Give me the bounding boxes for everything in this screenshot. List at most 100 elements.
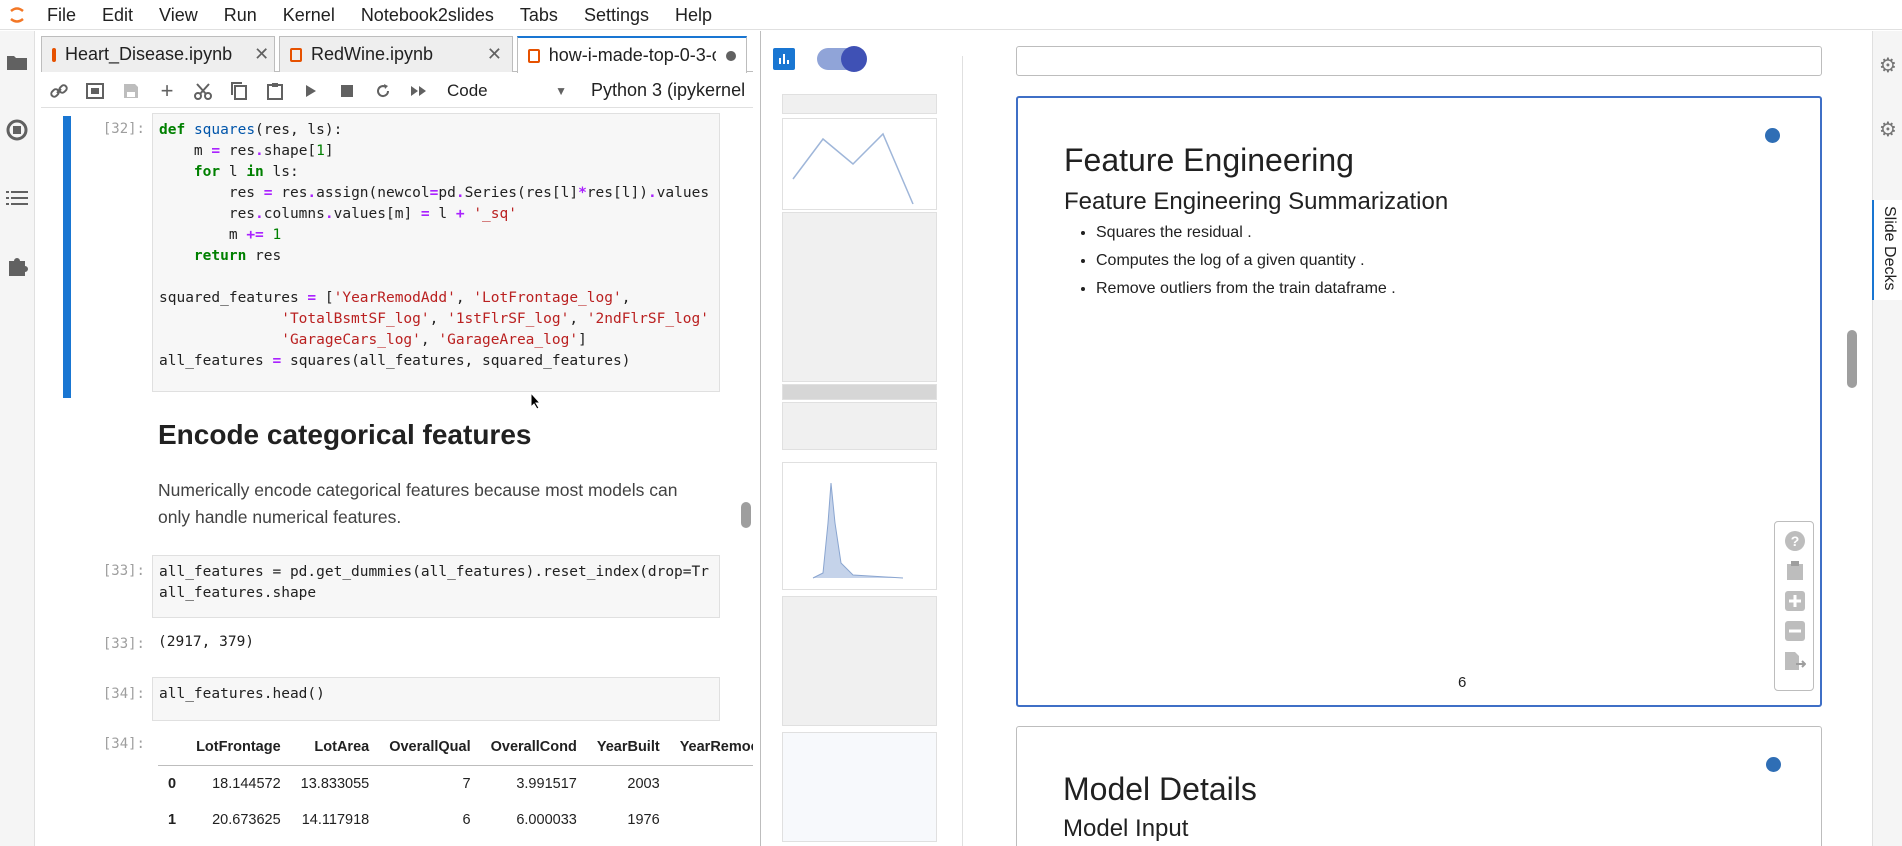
help-icon[interactable]: ? — [1784, 530, 1806, 552]
kernel-name[interactable]: Python 3 (ipykernel — [591, 80, 745, 101]
slide-thumbnail[interactable] — [782, 402, 937, 450]
slides-scrollbar[interactable] — [1847, 330, 1857, 388]
menu-view[interactable]: View — [146, 0, 211, 30]
slide-thumbnail[interactable] — [782, 732, 937, 842]
table-cell: 1 — [168, 812, 177, 828]
tab-how-i-made-top[interactable]: how-i-made-top-0-3-o — [517, 36, 747, 73]
bug-icon[interactable]: ⚙ — [1879, 117, 1897, 142]
output-prompt: [34]: — [102, 736, 145, 752]
extensions-puzzle-icon[interactable] — [4, 253, 30, 279]
slide-card-selected[interactable]: Feature Engineering Feature Engineering … — [1016, 96, 1822, 707]
remove-icon[interactable] — [1784, 620, 1806, 642]
copy-icon[interactable] — [221, 76, 257, 106]
left-sidebar — [0, 31, 35, 846]
cell-type-value: Code — [447, 80, 488, 100]
close-icon[interactable]: ✕ — [254, 44, 269, 65]
add-cell-icon[interactable]: + — [149, 76, 185, 106]
table-cell: 2003 — [627, 776, 660, 792]
slide-decks-label: Slide Decks — [1881, 206, 1898, 291]
menu-bar: File Edit View Run Kernel Notebook2slide… — [0, 0, 1902, 30]
tab-label: RedWine.ipynb — [311, 44, 434, 64]
chevron-down-icon: ▼ — [555, 83, 567, 98]
paste-icon[interactable] — [257, 76, 293, 106]
cell-type-select[interactable]: Code ▼ — [447, 81, 567, 101]
slide-card[interactable] — [1016, 46, 1822, 76]
running-kernels-icon[interactable] — [4, 117, 30, 143]
slide-bullet: Computes the log of a given quantity . — [1096, 252, 1396, 270]
tab-label: Heart_Disease.ipynb — [65, 44, 233, 64]
cut-icon[interactable] — [185, 76, 221, 106]
chart-icon[interactable] — [773, 48, 795, 70]
slide-bullet-list: Squares the residual . Computes the log … — [1096, 224, 1396, 308]
table-cell: 7 — [462, 776, 471, 792]
menu-notebook2slides[interactable]: Notebook2slides — [348, 0, 507, 30]
slide-title: Model Details — [1063, 771, 1257, 807]
column-header: YearBuilt — [586, 729, 670, 766]
slide-title: Feature Engineering — [1064, 142, 1354, 178]
slide-toolbox: ? — [1774, 521, 1814, 691]
slide-decks-tab[interactable]: Slide Decks — [1872, 200, 1902, 300]
slide-subtitle: Feature Engineering Summarization — [1064, 188, 1449, 215]
tab-redwine[interactable]: RedWine.ipynb ✕ — [279, 36, 513, 72]
clipboard-icon[interactable] — [1784, 560, 1806, 582]
active-cell-indicator — [63, 116, 71, 398]
save-icon[interactable] — [113, 76, 149, 106]
link-icon[interactable] — [41, 76, 77, 106]
table-of-contents-icon[interactable] — [4, 185, 30, 211]
menu-edit[interactable]: Edit — [89, 0, 146, 30]
slide-thumbnails — [777, 92, 939, 846]
code-cell-32[interactable]: def squares(res, ls): m = res.shape[1] f… — [152, 113, 720, 392]
slideshow-icon[interactable] — [77, 76, 113, 106]
menu-file[interactable]: File — [34, 0, 89, 30]
run-icon[interactable] — [293, 76, 329, 106]
menu-run[interactable]: Run — [211, 0, 270, 30]
column-header: LotFrontage — [186, 729, 291, 766]
panel-splitter[interactable] — [760, 31, 761, 846]
slide-bullet: Squares the residual . — [1096, 224, 1396, 242]
cell-prompt: [33]: — [102, 563, 145, 579]
tab-label: how-i-made-top-0-3-o — [548, 45, 717, 65]
close-icon[interactable]: ✕ — [487, 44, 502, 65]
toggle-switch[interactable] — [817, 46, 867, 72]
slide-thumbnail[interactable] — [782, 118, 937, 210]
table-cell: 6 — [462, 812, 471, 828]
slide-bullet: Remove outliers from the train dataframe… — [1096, 280, 1396, 298]
slide-thumbnail[interactable] — [782, 212, 937, 382]
slide-thumbnail[interactable] — [782, 384, 937, 400]
gear-icon[interactable]: ⚙ — [1879, 53, 1897, 78]
markdown-paragraph: Numerically encode categorical features … — [158, 480, 678, 527]
restart-icon[interactable] — [365, 76, 401, 106]
tab-heart-disease[interactable]: Heart_Disease.ipynb ✕ — [41, 36, 275, 72]
notebook-content: [32]: def squares(res, ls): m = res.shap… — [41, 109, 753, 846]
mouse-cursor-icon — [530, 391, 542, 414]
column-header — [158, 729, 187, 766]
notebook-icon — [52, 47, 56, 62]
code-cell-33[interactable]: all_features = pd.get_dummies(all_featur… — [152, 555, 720, 618]
slide-card[interactable]: Model Details Model Input — [1016, 726, 1822, 846]
slide-thumbnail[interactable] — [782, 462, 937, 590]
output-prompt: [33]: — [102, 636, 145, 652]
table-cell: 18.144572 — [212, 776, 281, 792]
stop-icon[interactable] — [329, 76, 365, 106]
menu-tabs[interactable]: Tabs — [507, 0, 571, 30]
table-cell: 1976 — [627, 812, 660, 828]
fast-forward-icon[interactable] — [401, 76, 437, 106]
table-row: 1 20.673625 14.117918 6 6.000033 1976 — [158, 802, 753, 838]
menu-kernel[interactable]: Kernel — [270, 0, 348, 30]
column-header: OverallCond — [480, 729, 587, 766]
code-line: all_features = pd.get_dummies(all_featur… — [159, 564, 709, 580]
code-cell-34[interactable]: all_features.head() — [152, 677, 720, 721]
slide-marker-dot[interactable] — [1766, 757, 1781, 772]
notebook-icon — [528, 48, 540, 63]
menu-help[interactable]: Help — [662, 0, 725, 30]
notebook-scrollbar[interactable] — [741, 502, 751, 528]
export-icon[interactable] — [1784, 650, 1806, 672]
menu-settings[interactable]: Settings — [571, 0, 662, 30]
slide-thumbnail[interactable] — [782, 596, 937, 726]
add-icon[interactable] — [1784, 590, 1806, 612]
slide-marker-dot[interactable] — [1765, 128, 1780, 143]
table-header-row: LotFrontage LotArea OverallQual OverallC… — [158, 729, 753, 766]
slide-thumbnail[interactable] — [782, 94, 937, 114]
folder-icon[interactable] — [4, 49, 30, 75]
cell-output: (2917, 379) — [158, 634, 255, 650]
